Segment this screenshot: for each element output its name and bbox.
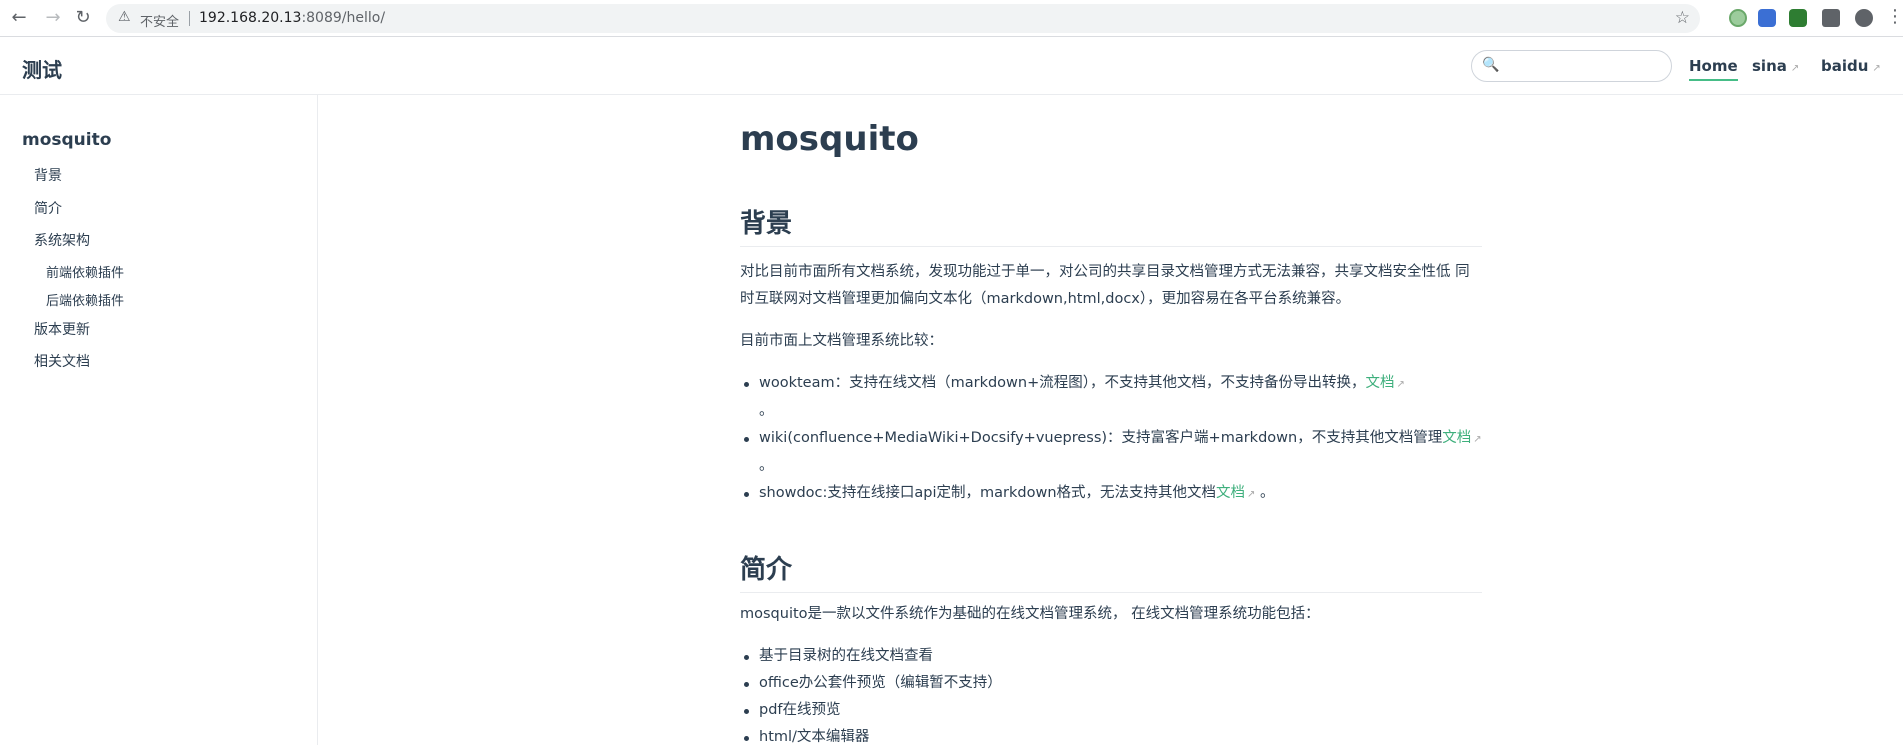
sidebar-subitem-backend-plugins[interactable]: 后端依赖插件: [46, 290, 124, 309]
sidebar-title[interactable]: mosquito: [22, 130, 111, 150]
external-link-icon: ↗: [1247, 489, 1256, 500]
nav-link-label: sina: [1752, 57, 1787, 75]
list-item: wookteam：支持在线文档（markdown+流程图），不支持其他文档，不支…: [740, 370, 1482, 425]
sidebar-item-background[interactable]: 背景: [34, 165, 62, 185]
list-item: wiki(confluence+MediaWiki+Docsify+vuepre…: [740, 425, 1482, 480]
extension-green-icon[interactable]: [1729, 9, 1747, 27]
forward-icon[interactable]: →: [42, 7, 64, 29]
background-paragraph: 对比目前市面所有文档系统，发现功能过于单一，对公司的共享目录文档管理方式无法兼容…: [740, 264, 1470, 307]
list-item-tail: 。: [759, 403, 774, 419]
back-icon[interactable]: ←: [8, 7, 30, 29]
divider: [189, 11, 190, 26]
list-item: 基于目录树的在线文档查看: [740, 643, 1482, 670]
list-item: html/文本编辑器: [740, 724, 1482, 751]
search-icon: 🔍: [1482, 57, 1500, 73]
list-item-text: showdoc:支持在线接口api定制，markdown格式，无法支持其他文档: [759, 485, 1217, 501]
external-link-icon: ↗: [1473, 434, 1482, 445]
nav-link-sina[interactable]: sina ↗: [1752, 57, 1799, 75]
puzzle-extensions-icon[interactable]: [1822, 9, 1840, 27]
sidebar-item-intro[interactable]: 简介: [34, 198, 62, 218]
nav-link-baidu[interactable]: baidu ↗: [1821, 57, 1881, 75]
feature-list: 基于目录树的在线文档查看 office办公套件预览（编辑暂不支持） pdf在线预…: [740, 643, 1482, 751]
section-heading-intro: 简介: [740, 549, 1482, 593]
section-heading-background: 背景: [740, 203, 1482, 247]
sidebar: mosquito 背景 简介 系统架构 前端依赖插件 后端依赖插件 版本更新 相…: [0, 95, 318, 745]
browser-menu-icon[interactable]: ⋮: [1886, 6, 1903, 27]
doc-link[interactable]: 文档: [1442, 430, 1471, 446]
browser-toolbar: ← → ↻ ⚠ 不安全 192.168.20.13:8089/hello/ ☆ …: [0, 0, 1903, 37]
extension-pen-icon[interactable]: [1789, 9, 1807, 27]
nav-link-home[interactable]: Home: [1689, 57, 1738, 81]
sidebar-item-version-updates[interactable]: 版本更新: [34, 319, 90, 339]
list-item-tail: 。: [1260, 485, 1275, 501]
search-input[interactable]: [1502, 55, 1666, 79]
comparison-list: wookteam：支持在线文档（markdown+流程图），不支持其他文档，不支…: [740, 370, 1482, 508]
list-item: office办公套件预览（编辑暂不支持）: [740, 670, 1482, 697]
external-link-icon: ↗: [1790, 63, 1800, 74]
nav-link-label: Home: [1689, 57, 1738, 75]
external-link-icon: ↗: [1396, 379, 1405, 390]
list-item: pdf在线预览: [740, 697, 1482, 724]
nav-link-label: baidu: [1821, 57, 1869, 75]
list-item: showdoc:支持在线接口api定制，markdown格式，无法支持其他文档文…: [740, 480, 1482, 508]
list-item-text: wiki(confluence+MediaWiki+Docsify+vuepre…: [759, 430, 1443, 446]
sidebar-item-related-docs[interactable]: 相关文档: [34, 351, 90, 371]
bookmark-star-icon[interactable]: ☆: [1675, 8, 1690, 28]
site-title[interactable]: 测试: [22, 54, 62, 83]
sidebar-subitem-frontend-plugins[interactable]: 前端依赖插件: [46, 262, 124, 281]
profile-avatar-icon[interactable]: [1855, 9, 1873, 27]
address-bar[interactable]: ⚠ 不安全 192.168.20.13:8089/hello/ ☆: [106, 4, 1700, 33]
comparison-intro: 目前市面上文档管理系统比较：: [740, 333, 943, 349]
page-title: mosquito: [740, 119, 919, 159]
reload-icon[interactable]: ↻: [72, 7, 94, 29]
url-path: :8089/hello/: [301, 10, 386, 26]
list-item-tail: 。: [759, 458, 774, 474]
url-text[interactable]: 192.168.20.13:8089/hello/: [199, 10, 385, 26]
doc-link[interactable]: 文档: [1216, 485, 1245, 501]
list-item-text: wookteam：支持在线文档（markdown+流程图），不支持其他文档，不支…: [759, 375, 1366, 391]
sidebar-item-architecture[interactable]: 系统架构: [34, 230, 90, 250]
intro-paragraph: mosquito是一款以文件系统作为基础的在线文档管理系统， 在线文档管理系统功…: [740, 606, 1320, 622]
extension-blue-icon[interactable]: [1758, 9, 1776, 27]
site-navbar: 测试 🔍 Home sina ↗ baidu ↗: [0, 37, 1903, 95]
external-link-icon: ↗: [1872, 63, 1881, 74]
doc-link[interactable]: 文档: [1366, 375, 1395, 391]
insecure-label: 不安全: [140, 15, 180, 30]
url-host: 192.168.20.13: [199, 10, 302, 26]
search-box[interactable]: 🔍: [1471, 50, 1672, 82]
warning-icon: ⚠: [118, 9, 131, 25]
